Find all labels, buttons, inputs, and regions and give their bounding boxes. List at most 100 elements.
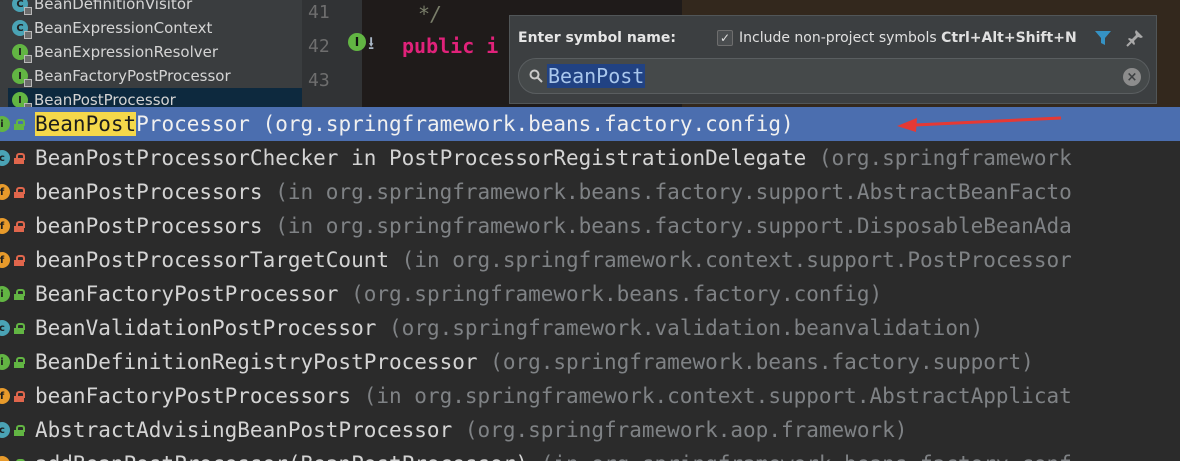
tree-item[interactable]: I BeanFactoryPostProcessor [12, 64, 231, 88]
symbol-name: BeanDefinitionRegistryPostProcessor [35, 350, 478, 374]
symbol-name: beanPostProcessors [35, 180, 263, 204]
symbol-location: (in org.springframework.context.support.… [363, 384, 1072, 408]
class-icon: C [12, 0, 32, 15]
field-icon: f [0, 218, 10, 234]
tree-item-label: BeanDefinitionVisitor [34, 0, 193, 13]
interface-icon: I [12, 68, 32, 87]
public-visibility-icon [14, 119, 25, 130]
class-icon: c [0, 320, 10, 336]
private-visibility-icon [14, 391, 25, 402]
result-text: beanPostProcessors (in org.springframewo… [35, 213, 1072, 239]
field-icon: f [0, 184, 10, 200]
tree-item[interactable]: I BeanExpressionResolver [12, 40, 218, 64]
shortcut-text: Ctrl+Alt+Shift+N [941, 30, 1077, 46]
result-row[interactable]: c BeanPostProcessorChecker in PostProcess… [0, 141, 1180, 175]
pin-icon[interactable] [1126, 29, 1144, 47]
code-line: public i [402, 34, 499, 58]
symbol-name: BeanFactoryPostProcessor [35, 282, 339, 306]
line-number: 41 [308, 2, 330, 23]
class-icon: c [0, 422, 10, 438]
symbol-location: (org.springframework.validation.beanvali… [389, 316, 984, 340]
class-icon: C [12, 20, 32, 39]
private-visibility-icon [14, 255, 25, 266]
code-comment: */ [418, 2, 443, 26]
class-icon: c [0, 150, 10, 166]
line-number: 42 [308, 36, 330, 57]
interface-icon: I [12, 92, 32, 110]
private-visibility-icon [14, 187, 25, 198]
public-visibility-icon [14, 425, 25, 436]
result-text: BeanValidationPostProcessor (org.springf… [35, 315, 983, 341]
include-non-project-label[interactable]: Include non-project symbols Ctrl+Alt+Shi… [739, 30, 1077, 46]
search-input[interactable]: BeanPost [547, 64, 646, 88]
symbol-name: Processor [136, 112, 250, 136]
interface-icon: I [12, 44, 32, 63]
private-visibility-icon [14, 221, 25, 232]
symbol-name: BeanPostProcessorChecker in PostProcesso… [35, 146, 807, 170]
symbol-name: AbstractAdvisingBeanPostProcessor [35, 418, 453, 442]
interface-icon: i [0, 354, 10, 370]
result-row[interactable]: c AbstractAdvisingBeanPostProcessor (org.… [0, 413, 1180, 447]
interface-icon: i [0, 116, 10, 132]
implemented-marker-icon[interactable]: I [348, 33, 366, 51]
tree-item[interactable]: C BeanExpressionContext [12, 16, 212, 40]
result-text: BeanPostProcessor (org.springframework.b… [35, 111, 794, 137]
result-row[interactable]: f beanFactoryPostProcessors (in org.sprin… [0, 379, 1180, 413]
method-icon: m [0, 456, 10, 461]
symbol-name: beanFactoryPostProcessors [35, 384, 352, 408]
private-visibility-icon [14, 153, 25, 164]
tree-item-label: BeanFactoryPostProcessor [34, 67, 231, 85]
result-row[interactable]: f beanPostProcessors (in org.springframew… [0, 209, 1180, 243]
tree-item[interactable]: C BeanDefinitionVisitor [12, 0, 192, 16]
symbol-location: (in org.springframework.context.support.… [401, 248, 1072, 272]
field-icon: f [0, 388, 10, 404]
result-text: beanPostProcessors (in org.springframewo… [35, 179, 1072, 205]
project-tree: C BeanDefinitionVisitor C BeanExpression… [0, 0, 302, 110]
public-visibility-icon [14, 323, 25, 334]
search-icon [529, 69, 543, 83]
tree-item-label: BeanExpressionResolver [34, 43, 219, 61]
clear-icon[interactable]: × [1123, 68, 1141, 86]
editor-gutter: 41 42 43 [302, 0, 362, 110]
result-text: beanPostProcessorTargetCount (in org.spr… [35, 247, 1072, 273]
popup-label: Enter symbol name: [518, 30, 676, 46]
result-row[interactable]: i BeanFactoryPostProcessor (org.springfra… [0, 277, 1180, 311]
result-text: BeanFactoryPostProcessor (org.springfram… [35, 281, 882, 307]
symbol-search-field[interactable]: BeanPost × [518, 58, 1150, 94]
line-number: 43 [308, 70, 330, 91]
result-text: BeanDefinitionRegistryPostProcessor (org… [35, 349, 1034, 375]
symbol-name: addBeanPostProcessor(BeanPostProcessor) [35, 452, 528, 461]
tree-item-label: BeanExpressionContext [34, 19, 213, 37]
symbol-name: BeanValidationPostProcessor [35, 316, 377, 340]
match-highlight: BeanPost [35, 112, 137, 136]
navigate-down-icon[interactable]: ⭳ [368, 31, 374, 61]
symbol-location: (in org.springframework.beans.factory.su… [275, 214, 1072, 238]
symbol-name: beanPostProcessors [35, 214, 263, 238]
public-visibility-icon [14, 289, 25, 300]
symbol-location: (in org.springframework.beans.factory.su… [275, 180, 1072, 204]
result-text: beanFactoryPostProcessors (in org.spring… [35, 383, 1072, 409]
result-text: addBeanPostProcessor(BeanPostProcessor) … [35, 451, 1072, 461]
result-row[interactable]: i BeanDefinitionRegistryPostProcessor (or… [0, 345, 1180, 379]
include-non-project-checkbox[interactable]: ✓ [717, 30, 733, 46]
annotation-arrow [897, 116, 1062, 132]
public-visibility-icon [14, 357, 25, 368]
result-row[interactable]: c BeanValidationPostProcessor (org.spring… [0, 311, 1180, 345]
result-row[interactable]: m addBeanPostProcessor(BeanPostProcessor)… [0, 447, 1180, 461]
symbol-location: (org.springframework.beans.factory.confi… [262, 112, 794, 136]
symbol-search-popup: Enter symbol name: ✓ Include non-project… [509, 15, 1157, 104]
symbol-name: beanPostProcessorTargetCount [35, 248, 390, 272]
result-text: AbstractAdvisingBeanPostProcessor (org.s… [35, 417, 907, 443]
field-icon: f [0, 252, 10, 268]
filter-icon[interactable] [1094, 29, 1112, 47]
symbol-location: (in org.springframework.beans.factory.co… [541, 452, 1072, 461]
symbol-location: (org.springframework.beans.factory.suppo… [490, 350, 1034, 374]
result-text: BeanPostProcessorChecker in PostProcesso… [35, 145, 1072, 171]
symbol-location: (org.springframework [818, 146, 1072, 170]
symbol-location: (org.springframework.beans.factory.confi… [351, 282, 883, 306]
result-row[interactable]: f beanPostProcessors (in org.springframew… [0, 175, 1180, 209]
results-list: i BeanPostProcessor (org.springframework.… [0, 107, 1180, 461]
result-row[interactable]: f beanPostProcessorTargetCount (in org.sp… [0, 243, 1180, 277]
interface-icon: i [0, 286, 10, 302]
symbol-location: (org.springframework.aop.framework) [464, 418, 908, 442]
